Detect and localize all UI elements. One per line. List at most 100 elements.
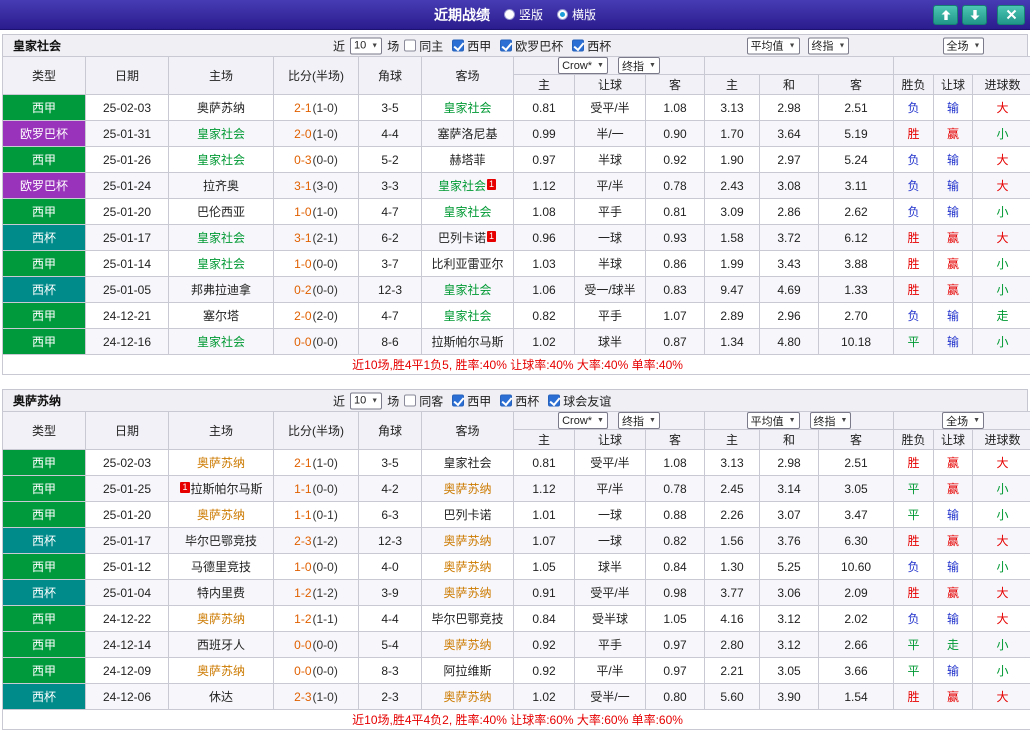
eu-home-odds: 1.34 [704, 328, 761, 355]
away-team-name[interactable]: 皇家社会 [438, 179, 486, 193]
same-venue-checkbox[interactable]: 同主 [404, 37, 443, 54]
away-team-name[interactable]: 皇家社会 [443, 101, 491, 115]
result-group-header: 全场 ▼ [893, 411, 1030, 430]
games-unit: 场 [387, 39, 400, 53]
home-team-name[interactable]: 西班牙人 [197, 638, 245, 652]
home-team-name[interactable]: 邦弗拉迪拿 [191, 283, 251, 297]
away-team-name[interactable]: 皇家社会 [443, 205, 491, 219]
chevron-down-icon: ▼ [648, 62, 656, 69]
league-filter-checkbox[interactable]: 西甲 [452, 392, 491, 409]
handicap-outcome-cell: 赢 [933, 250, 974, 277]
col-header-away: 客场 [421, 56, 514, 95]
home-team-name[interactable]: 皇家社会 [197, 231, 245, 245]
fulltime-score: 2-3 [294, 533, 312, 548]
away-team-name[interactable]: 皇家社会 [443, 456, 491, 470]
score-cell: 1-2(1-2) [273, 579, 359, 606]
outcome-cell: 胜 [893, 579, 935, 606]
full-match-select[interactable]: 全场 ▼ [942, 37, 985, 54]
away-team-name[interactable]: 奥萨苏纳 [443, 534, 491, 548]
away-team-name[interactable]: 巴列卡诺 [438, 231, 486, 245]
layout-radio-vertical[interactable]: 竖版 [503, 6, 543, 23]
away-team-name[interactable]: 奥萨苏纳 [443, 482, 491, 496]
home-team-name[interactable]: 奥萨苏纳 [197, 612, 245, 626]
final-odds-select[interactable]: 终指 ▼ [809, 412, 852, 429]
col-header-asia-handicap: 让球 [574, 429, 646, 450]
date-cell: 24-12-22 [85, 605, 169, 632]
home-team-name[interactable]: 皇家社会 [197, 153, 245, 167]
home-team-name[interactable]: 休达 [209, 690, 233, 704]
corners-cell: 4-0 [358, 553, 422, 580]
home-team-name[interactable]: 拉齐奥 [203, 179, 239, 193]
summary-row: 近10场,胜4平4负2, 胜率:40% 让球率:60% 大率:60% 单率:60… [1, 709, 1030, 730]
away-team-name[interactable]: 赫塔菲 [449, 153, 485, 167]
away-team-name[interactable]: 奥萨苏纳 [443, 638, 491, 652]
outcome-cell: 平 [893, 328, 935, 355]
away-team-name[interactable]: 皇家社会 [443, 309, 491, 323]
fulltime-score: 2-3 [294, 689, 312, 704]
same-venue-checkbox[interactable]: 同客 [404, 392, 443, 409]
bookmaker-select[interactable]: Crow* ▼ [558, 412, 608, 429]
eu-away-odds: 3.88 [818, 250, 895, 277]
final-odds-select[interactable]: 终指 ▼ [617, 412, 660, 429]
home-team-name[interactable]: 皇家社会 [197, 335, 245, 349]
away-team-name[interactable]: 拉斯帕尔马斯 [431, 335, 503, 349]
away-team-name[interactable]: 奥萨苏纳 [443, 586, 491, 600]
close-button[interactable] [997, 4, 1025, 25]
asia-handicap: 受平/半 [574, 579, 646, 606]
home-team-name[interactable]: 奥萨苏纳 [197, 101, 245, 115]
away-team-name[interactable]: 奥萨苏纳 [443, 690, 491, 704]
average-odds-select[interactable]: 平均值 ▼ [746, 412, 800, 429]
league-filter-checkbox[interactable]: 西甲 [452, 37, 491, 54]
away-team-name[interactable]: 比利亚雷亚尔 [431, 257, 503, 271]
away-team-name[interactable]: 塞萨洛尼基 [437, 127, 497, 141]
halftime-score: (0-0) [312, 256, 338, 271]
league-filter-checkbox[interactable]: 球会友谊 [548, 392, 611, 409]
games-count-select[interactable]: 10 ▼ [350, 392, 383, 409]
full-match-select[interactable]: 全场 ▼ [942, 412, 985, 429]
bookmaker-select[interactable]: Crow* ▼ [558, 57, 608, 74]
home-team-name[interactable]: 毕尔巴鄂竞技 [185, 534, 257, 548]
league-filter-checkbox[interactable]: 欧罗巴杯 [500, 37, 563, 54]
home-team-name[interactable]: 皇家社会 [197, 257, 245, 271]
away-team-name[interactable]: 奥萨苏纳 [443, 560, 491, 574]
eu-home-odds: 1.90 [704, 146, 761, 173]
final-odds-select[interactable]: 终指 ▼ [807, 37, 850, 54]
eu-away-odds: 3.47 [818, 501, 895, 528]
match-row: 西甲 24-12-14 西班牙人 0-0(0-0) 5-4 奥萨苏纳 0.92 … [2, 631, 1030, 658]
league-cell: 西甲 [2, 250, 86, 277]
away-team-name[interactable]: 巴列卡诺 [443, 508, 491, 522]
league-cell: 欧罗巴杯 [2, 120, 86, 147]
final-odds-select[interactable]: 终指 ▼ [617, 57, 660, 74]
home-team-name[interactable]: 拉斯帕尔马斯 [191, 482, 263, 496]
fulltime-score: 1-1 [294, 507, 312, 522]
away-team-cell: 奥萨苏纳 [421, 579, 514, 606]
home-team-name[interactable]: 特内里费 [197, 586, 245, 600]
home-team-name[interactable]: 塞尔塔 [203, 309, 239, 323]
asia-home-odds: 0.92 [513, 631, 575, 658]
match-row: 西杯 24-12-06 休达 2-3(1-0) 2-3 奥萨苏纳 1.02 受半… [2, 683, 1030, 710]
away-team-name[interactable]: 皇家社会 [443, 283, 491, 297]
games-count-select[interactable]: 10 ▼ [350, 37, 383, 54]
match-row: 西甲 24-12-09 奥萨苏纳 0-0(0-0) 8-3 阿拉维斯 0.92 … [2, 657, 1030, 684]
league-filter-checkbox[interactable]: 西杯 [500, 392, 539, 409]
average-odds-select[interactable]: 平均值 ▼ [746, 37, 800, 54]
asia-away-odds: 1.08 [644, 94, 706, 121]
home-team-name[interactable]: 巴伦西亚 [197, 205, 245, 219]
away-team-cell: 奥萨苏纳 [421, 475, 514, 502]
date-cell: 25-02-03 [85, 94, 169, 121]
home-team-name[interactable]: 皇家社会 [197, 127, 245, 141]
date-cell: 25-01-14 [85, 250, 169, 277]
home-team-name[interactable]: 奥萨苏纳 [197, 508, 245, 522]
handicap-outcome-cell: 赢 [933, 224, 974, 251]
home-team-name[interactable]: 奥萨苏纳 [197, 456, 245, 470]
away-team-name[interactable]: 阿拉维斯 [443, 664, 491, 678]
layout-radio-horizontal[interactable]: 横版 [557, 6, 596, 23]
select-value: 平均值 [750, 415, 784, 428]
fulltime-score: 0-0 [294, 637, 312, 652]
away-team-name[interactable]: 毕尔巴鄂竞技 [431, 612, 503, 626]
league-filter-checkbox[interactable]: 西杯 [572, 37, 611, 54]
move-down-button[interactable] [962, 4, 987, 25]
home-team-name[interactable]: 马德里竞技 [191, 560, 251, 574]
home-team-name[interactable]: 奥萨苏纳 [197, 664, 245, 678]
move-up-button[interactable] [933, 4, 958, 25]
